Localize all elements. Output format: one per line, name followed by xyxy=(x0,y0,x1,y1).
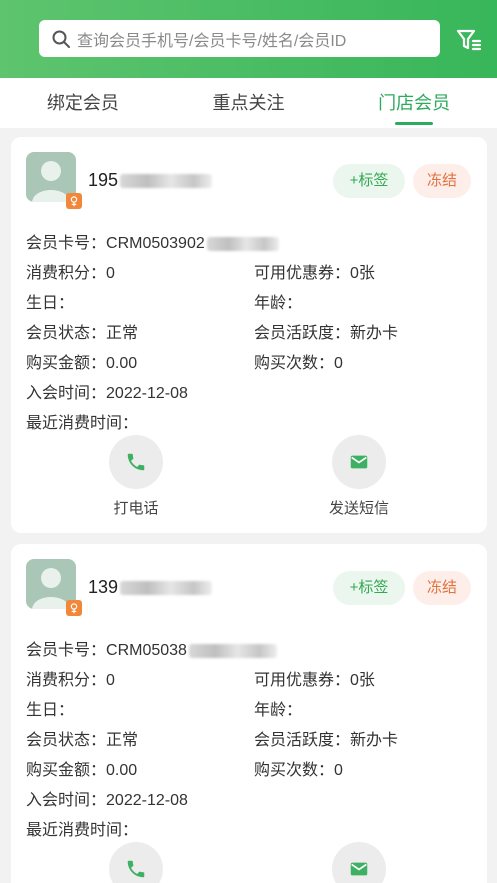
amount-value: 0.00 xyxy=(106,355,138,372)
status-value: 正常 xyxy=(106,732,139,749)
mail-icon xyxy=(350,862,368,876)
coupons-row: 可用优惠券：0张 xyxy=(254,666,375,690)
add-tag-button[interactable]: +标签 xyxy=(333,164,405,198)
status-value: 正常 xyxy=(106,325,139,342)
amount-label: 购买金额： xyxy=(26,762,107,779)
count-value: 0 xyxy=(334,355,343,372)
card-no-row: 会员卡号：CRM0503902 xyxy=(26,229,279,253)
status-label: 会员状态： xyxy=(26,325,107,342)
last-consume-label: 最近消费时间： xyxy=(26,415,139,432)
sms-button[interactable]: 发送短信 xyxy=(319,435,399,518)
amount-label: 购买金额： xyxy=(26,355,107,372)
activity-value: 新办卡 xyxy=(350,325,399,342)
join-value: 2022-12-08 xyxy=(106,792,188,809)
points-label: 消费积分： xyxy=(26,672,107,689)
count-label: 购买次数： xyxy=(254,762,335,779)
activity-label: 会员活跃度： xyxy=(254,325,351,342)
age-label: 年龄： xyxy=(254,295,303,312)
search-input[interactable]: 查询会员手机号/会员卡号/姓名/会员ID xyxy=(39,20,440,57)
masked-phone xyxy=(120,581,213,596)
member-phone: 195 xyxy=(88,170,213,191)
activity-row: 会员活跃度：新办卡 xyxy=(254,726,398,750)
coupons-label: 可用优惠券： xyxy=(254,265,351,282)
card-no-label: 会员卡号： xyxy=(26,642,107,659)
points-row: 消费积分：0 xyxy=(26,666,115,690)
points-value: 0 xyxy=(106,672,115,689)
status-row: 会员状态：正常 xyxy=(26,319,138,343)
member-phone-text: 139 xyxy=(88,577,119,597)
sms-label: 发送短信 xyxy=(328,500,389,517)
birthday-label: 生日： xyxy=(26,295,75,312)
count-row: 购买次数：0 xyxy=(254,349,343,373)
call-circle[interactable] xyxy=(109,435,163,489)
masked-card-no xyxy=(206,236,279,251)
freeze-button[interactable]: 冻结 xyxy=(413,571,471,605)
sms-circle[interactable] xyxy=(332,435,386,489)
age-label: 年龄： xyxy=(254,702,303,719)
birthday-row: 生日： xyxy=(26,289,74,313)
top-header: 查询会员手机号/会员卡号/姓名/会员ID xyxy=(0,0,497,78)
last-consume-label: 最近消费时间： xyxy=(26,822,139,839)
member-phone-text: 195 xyxy=(88,170,119,190)
activity-value: 新办卡 xyxy=(350,732,399,749)
card-no-value: CRM05038 xyxy=(106,642,187,659)
coupons-row: 可用优惠券：0张 xyxy=(254,259,375,283)
female-icon xyxy=(66,193,82,209)
age-row: 年龄： xyxy=(254,696,302,720)
card-no-label: 会员卡号： xyxy=(26,235,107,252)
activity-row: 会员活跃度：新办卡 xyxy=(254,319,398,343)
age-row: 年龄： xyxy=(254,289,302,313)
member-phone: 139 xyxy=(88,577,213,598)
phone-icon xyxy=(127,860,145,878)
amount-row: 购买金额：0.00 xyxy=(26,349,137,373)
member-card: 139 +标签 冻结 会员卡号：CRM05038 消费积分：0 可用优惠券：0张… xyxy=(11,544,487,883)
status-row: 会员状态：正常 xyxy=(26,726,138,750)
status-label: 会员状态： xyxy=(26,732,107,749)
birthday-row: 生日： xyxy=(26,696,74,720)
freeze-button[interactable]: 冻结 xyxy=(413,164,471,198)
mail-icon xyxy=(350,455,368,469)
search-icon xyxy=(52,30,70,48)
activity-label: 会员活跃度： xyxy=(254,732,351,749)
coupons-label: 可用优惠券： xyxy=(254,672,351,689)
coupons-value: 0张 xyxy=(350,672,375,689)
points-value: 0 xyxy=(106,265,115,282)
search-placeholder: 查询会员手机号/会员卡号/姓名/会员ID xyxy=(77,32,347,50)
amount-value: 0.00 xyxy=(106,762,138,779)
phone-icon xyxy=(127,453,145,471)
call-circle[interactable] xyxy=(109,842,163,883)
card-no-value: CRM0503902 xyxy=(106,235,205,252)
masked-card-no xyxy=(188,643,277,658)
birthday-label: 生日： xyxy=(26,702,75,719)
count-label: 购买次数： xyxy=(254,355,335,372)
last-consume-row: 最近消费时间： xyxy=(26,816,138,840)
member-card: 195 +标签 冻结 会员卡号：CRM0503902 消费积分：0 可用优惠券：… xyxy=(11,137,487,533)
female-icon xyxy=(66,600,82,616)
last-consume-row: 最近消费时间： xyxy=(26,409,138,433)
tab-bound-members[interactable]: 绑定会员 xyxy=(0,78,166,128)
card-no-row: 会员卡号：CRM05038 xyxy=(26,636,277,660)
add-tag-button[interactable]: +标签 xyxy=(333,571,405,605)
join-value: 2022-12-08 xyxy=(106,385,188,402)
join-row: 入会时间：2022-12-08 xyxy=(26,379,188,403)
points-row: 消费积分：0 xyxy=(26,259,115,283)
member-tabs: 绑定会员 重点关注 门店会员 xyxy=(0,78,497,128)
filter-icon[interactable] xyxy=(455,26,483,54)
call-button[interactable] xyxy=(96,842,176,883)
call-label: 打电话 xyxy=(113,500,159,517)
tab-store-members[interactable]: 门店会员 xyxy=(331,78,497,128)
sms-button[interactable] xyxy=(319,842,399,883)
amount-row: 购买金额：0.00 xyxy=(26,756,137,780)
tab-key-focus[interactable]: 重点关注 xyxy=(166,78,332,128)
count-value: 0 xyxy=(334,762,343,779)
sms-circle[interactable] xyxy=(332,842,386,883)
join-label: 入会时间： xyxy=(26,792,107,809)
coupons-value: 0张 xyxy=(350,265,375,282)
points-label: 消费积分： xyxy=(26,265,107,282)
join-row: 入会时间：2022-12-08 xyxy=(26,786,188,810)
count-row: 购买次数：0 xyxy=(254,756,343,780)
call-button[interactable]: 打电话 xyxy=(96,435,176,518)
masked-phone xyxy=(120,174,213,189)
join-label: 入会时间： xyxy=(26,385,107,402)
